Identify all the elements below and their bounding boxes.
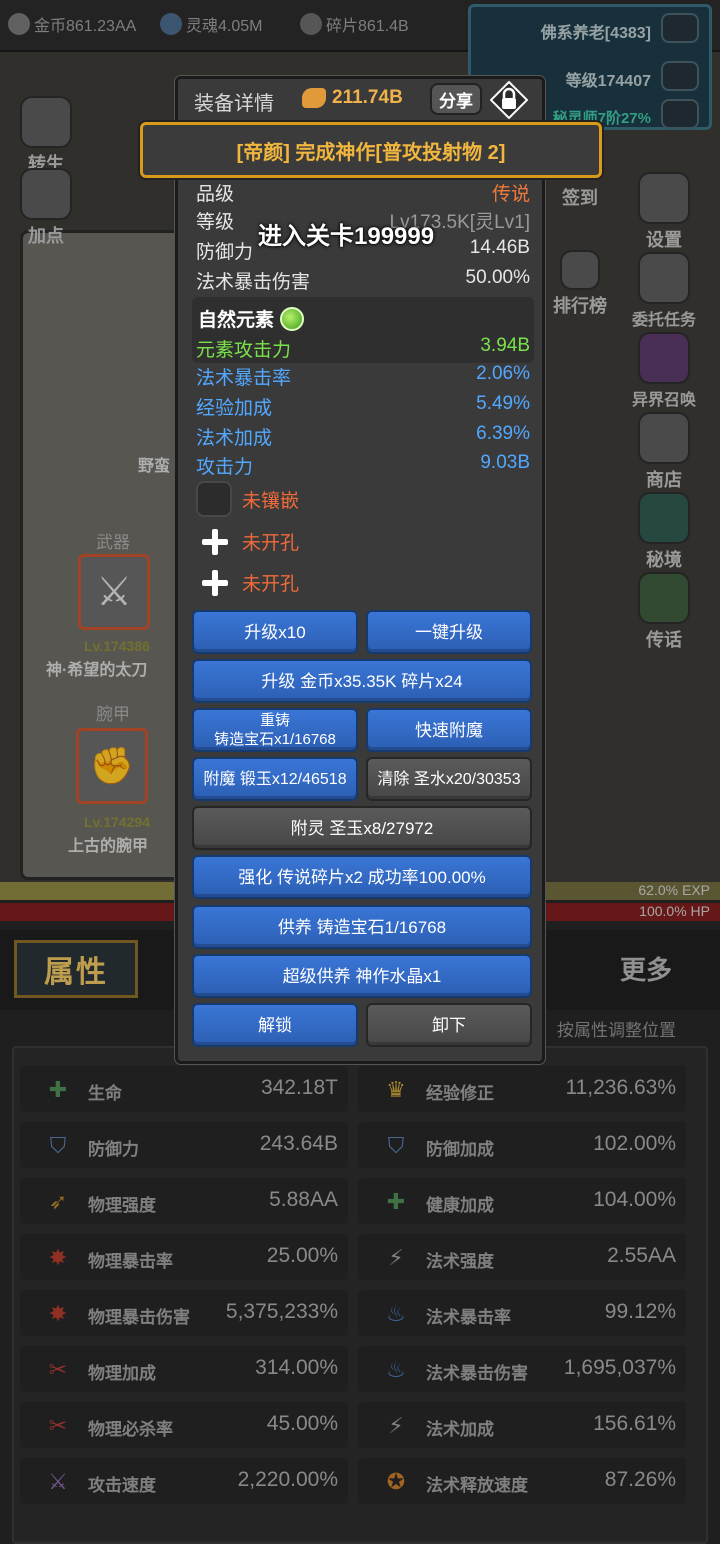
stat-row-grade: 品级 传说 [196,184,530,205]
share-button[interactable]: 分享 [430,83,482,115]
empty-socket-icon [196,481,232,517]
spirit-attach-button[interactable]: 附灵 圣玉x8/27972 [192,806,532,850]
muscle-icon [302,88,326,108]
socket-slot-empty[interactable]: 未镶嵌 [196,480,299,518]
stat-row-spell-crit-damage: 法术暴击伤害 50.00% [196,267,530,293]
unlock-button[interactable]: 解锁 [192,1003,358,1047]
socket-slot-locked[interactable]: 未开孔 [196,563,299,601]
affix-row: 攻击力 9.03B [196,452,530,478]
plus-icon [196,564,232,600]
affix-row: 法术加成 6.39% [196,423,530,449]
recast-button[interactable]: 重铸 铸造宝石x1/16768 [192,708,358,752]
affix-row: 法术暴击率 2.06% [196,363,530,389]
plus-icon [196,523,232,559]
strengthen-button[interactable]: 强化 传说碎片x2 成功率100.00% [192,855,532,899]
lock-icon[interactable] [490,81,528,119]
element-section: 自然元素 元素攻击力 3.94B [192,297,534,363]
power-score: 211.74B [302,87,403,109]
modal-header: 装备详情 211.74B 分享 [178,79,542,121]
super-offer-button[interactable]: 超级供养 神作水晶x1 [192,954,532,998]
element-attack-row: 元素攻击力 3.94B [196,335,530,361]
upgrade-x10-button[interactable]: 升级x10 [192,610,358,654]
enchant-button[interactable]: 附魔 锻玉x12/46518 [192,757,358,801]
one-key-upgrade-button[interactable]: 一键升级 [366,610,532,654]
quick-enchant-button[interactable]: 快速附魔 [366,708,532,752]
clear-enchant-button[interactable]: 清除 圣水x20/30353 [366,757,532,801]
upgrade-button[interactable]: 升级 金币x35.35K 碎片x24 [192,659,532,703]
unequip-button[interactable]: 卸下 [366,1003,532,1047]
offer-button[interactable]: 供养 铸造宝石1/16768 [192,905,532,949]
nature-leaf-icon [280,306,305,331]
socket-slot-locked[interactable]: 未开孔 [196,522,299,560]
modal-title: 装备详情 [194,93,274,115]
stage-toast: 进入关卡199999 [258,223,435,250]
affix-row: 经验加成 5.49% [196,393,530,419]
achievement-banner: [帝颜] 完成神作[普攻投射物 2] [140,122,602,178]
element-title: 自然元素 [198,305,305,332]
